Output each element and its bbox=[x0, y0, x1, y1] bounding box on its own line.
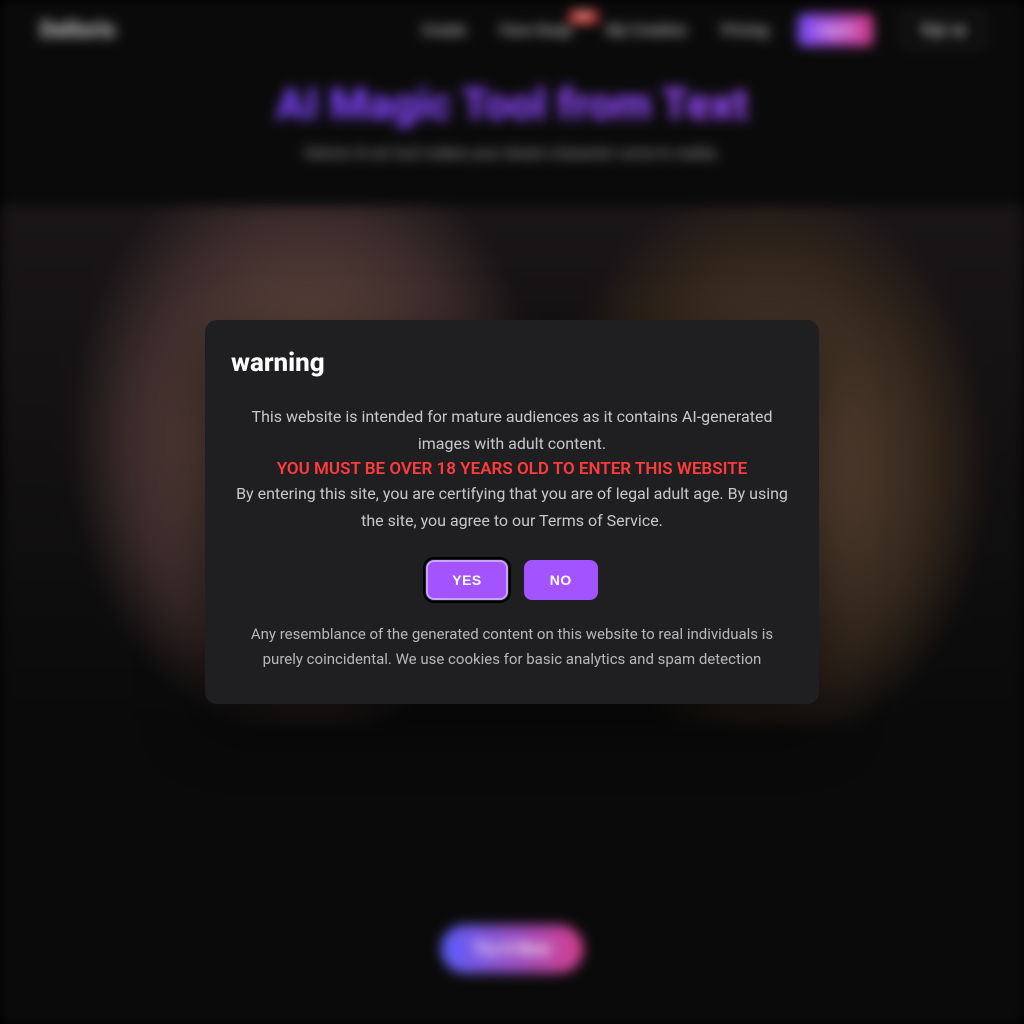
modal-title: warning bbox=[229, 348, 795, 378]
no-button[interactable]: NO bbox=[524, 560, 598, 600]
modal-overlay: warning This website is intended for mat… bbox=[0, 0, 1024, 1024]
modal-buttons: YES NO bbox=[229, 560, 795, 600]
yes-button[interactable]: YES bbox=[426, 560, 508, 600]
modal-paragraph-1: This website is intended for mature audi… bbox=[229, 404, 795, 457]
modal-footer-text: Any resemblance of the generated content… bbox=[229, 622, 795, 672]
age-warning-modal: warning This website is intended for mat… bbox=[205, 320, 819, 703]
modal-paragraph-2: By entering this site, you are certifyin… bbox=[229, 481, 795, 534]
modal-age-warning: YOU MUST BE OVER 18 YEARS OLD TO ENTER T… bbox=[229, 459, 795, 479]
